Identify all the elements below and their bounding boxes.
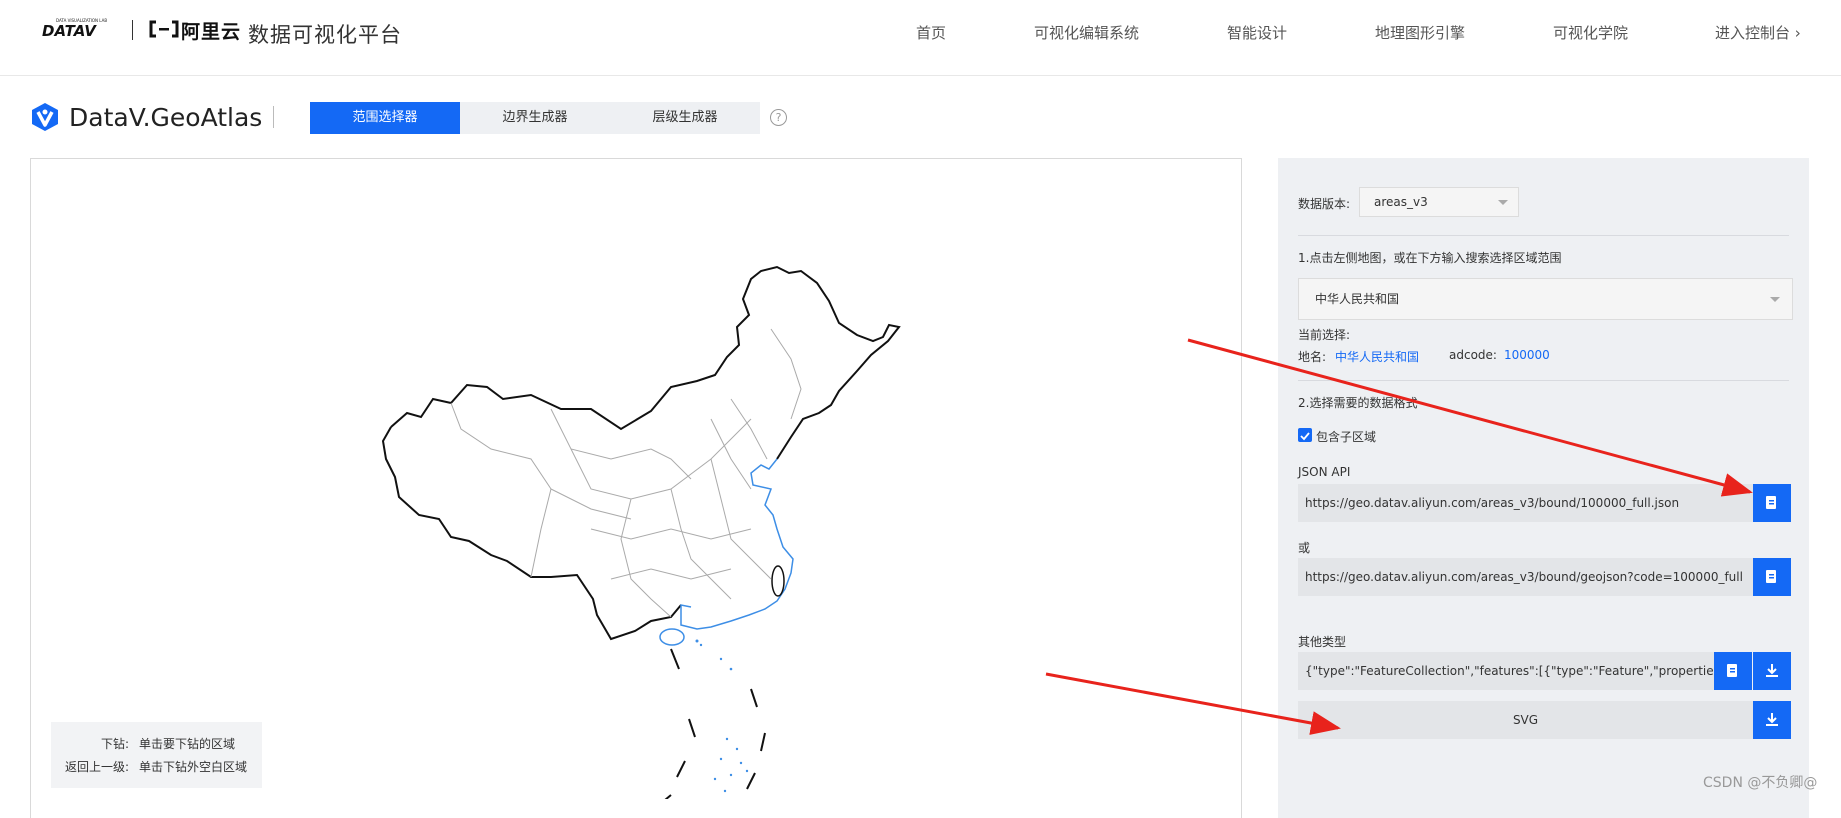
json-api-url-field[interactable]: https://geo.datav.aliyun.com/areas_v3/bo… [1298, 484, 1753, 522]
geoatlas-title: DataV.GeoAtlas [69, 103, 263, 132]
legend-go-up: 返回上一级: 单击下钻外空白区域 [51, 757, 262, 777]
tab-range-selector[interactable]: 范围选择器 [310, 102, 460, 134]
current-selection-label: 当前选择: [1298, 328, 1351, 342]
tab-boundary-generator[interactable]: 边界生成器 [460, 102, 610, 134]
check-icon [1300, 432, 1310, 441]
copy-icon [1727, 664, 1737, 677]
copy-icon [1766, 570, 1776, 583]
china-outline [390, 265, 901, 460]
nav-geo-engine[interactable]: 地理图形引擎 [1375, 22, 1465, 43]
china-outline-west [381, 426, 682, 641]
china-map[interactable] [31, 159, 1243, 799]
title-divider [273, 106, 274, 128]
legend-drilldown: 下钻: 单击要下钻的区域 [51, 734, 262, 754]
nav-visual-editor[interactable]: 可视化编辑系统 [1034, 22, 1139, 43]
svg-text:DATAV: DATAV [42, 22, 97, 38]
map-legend: 下钻: 单击要下钻的区域 返回上一级: 单击下钻外空白区域 [51, 722, 262, 788]
copy-content-button[interactable] [1714, 652, 1752, 690]
top-navbar: DATA VISUALIZATION LAB DATAV 阿里云 数据可视化平台… [0, 0, 1841, 76]
legend-key: 返回上一级: [64, 760, 129, 774]
adcode-value: 100000 [1504, 348, 1550, 362]
geoatlas-logo-icon [32, 103, 58, 131]
legend-key: 下钻: [100, 737, 129, 751]
divider [1298, 235, 1789, 236]
datav-logo[interactable]: DATA VISUALIZATION LAB DATAV [42, 16, 120, 38]
download-json-button[interactable] [1753, 652, 1791, 690]
copy-icon [1766, 496, 1776, 509]
options-panel: 数据版本: areas_v3 1.点击左侧地图，或在下方输入搜索选择区域范围 中… [1278, 158, 1809, 818]
nine-dash-line [664, 648, 766, 799]
or-label: 或 [1298, 541, 1311, 555]
version-value: areas_v3 [1374, 195, 1428, 209]
caret-down-icon [1770, 297, 1780, 302]
south-sea-islands [695, 639, 749, 793]
include-children-checkbox[interactable] [1298, 428, 1312, 442]
nav-console[interactable]: 进入控制台 › [1715, 22, 1801, 43]
place-name-value: 中华人民共和国 [1335, 350, 1420, 364]
download-svg-button[interactable] [1753, 701, 1791, 739]
coastline [680, 458, 794, 630]
other-types-label: 其他类型 [1298, 635, 1347, 649]
copy-json-api-button[interactable] [1753, 484, 1791, 522]
hainan-island [659, 628, 685, 646]
help-icon[interactable]: ? [770, 109, 787, 126]
province-boundaries [450, 328, 802, 618]
copy-geojson-button[interactable] [1753, 558, 1791, 596]
geojson-url-field[interactable]: https://geo.datav.aliyun.com/areas_v3/bo… [1298, 558, 1753, 596]
taiwan-island [771, 565, 785, 597]
adcode-label: adcode: [1449, 348, 1497, 362]
include-children-label: 包含子区域 [1316, 430, 1377, 444]
nav-home[interactable]: 首页 [916, 22, 946, 43]
step2-label: 2.选择需要的数据格式 [1298, 396, 1418, 410]
region-value: 中华人民共和国 [1315, 292, 1400, 306]
json-api-label: JSON API [1298, 465, 1351, 479]
nav-smart-design[interactable]: 智能设计 [1227, 22, 1287, 43]
divider [1298, 380, 1789, 381]
version-select[interactable]: areas_v3 [1359, 187, 1519, 217]
map-panel[interactable]: 下钻: 单击要下钻的区域 返回上一级: 单击下钻外空白区域 [30, 158, 1242, 818]
version-label: 数据版本: [1298, 197, 1351, 211]
platform-title: 数据可视化平台 [248, 23, 402, 47]
nav-academy[interactable]: 可视化学院 [1553, 22, 1628, 43]
aliyun-logo-text[interactable]: 阿里云 [181, 17, 241, 44]
download-icon [1766, 713, 1778, 726]
legend-value: 单击下钻外空白区域 [139, 760, 248, 774]
svg-option[interactable]: SVG [1298, 701, 1753, 739]
place-name-label: 地名: [1298, 350, 1327, 364]
tab-level-generator[interactable]: 层级生成器 [610, 102, 760, 134]
step1-label: 1.点击左侧地图，或在下方输入搜索选择区域范围 [1298, 251, 1562, 265]
logo-divider [132, 20, 133, 40]
aliyun-logo-mark [149, 20, 179, 38]
download-icon [1766, 664, 1778, 677]
region-search-select[interactable]: 中华人民共和国 [1298, 278, 1793, 320]
legend-value: 单击要下钻的区域 [139, 737, 236, 751]
watermark: CSDN @不负卿@ [1703, 775, 1818, 791]
caret-down-icon [1498, 200, 1508, 205]
geojson-content-field[interactable]: {"type":"FeatureCollection","features":[… [1298, 652, 1714, 690]
